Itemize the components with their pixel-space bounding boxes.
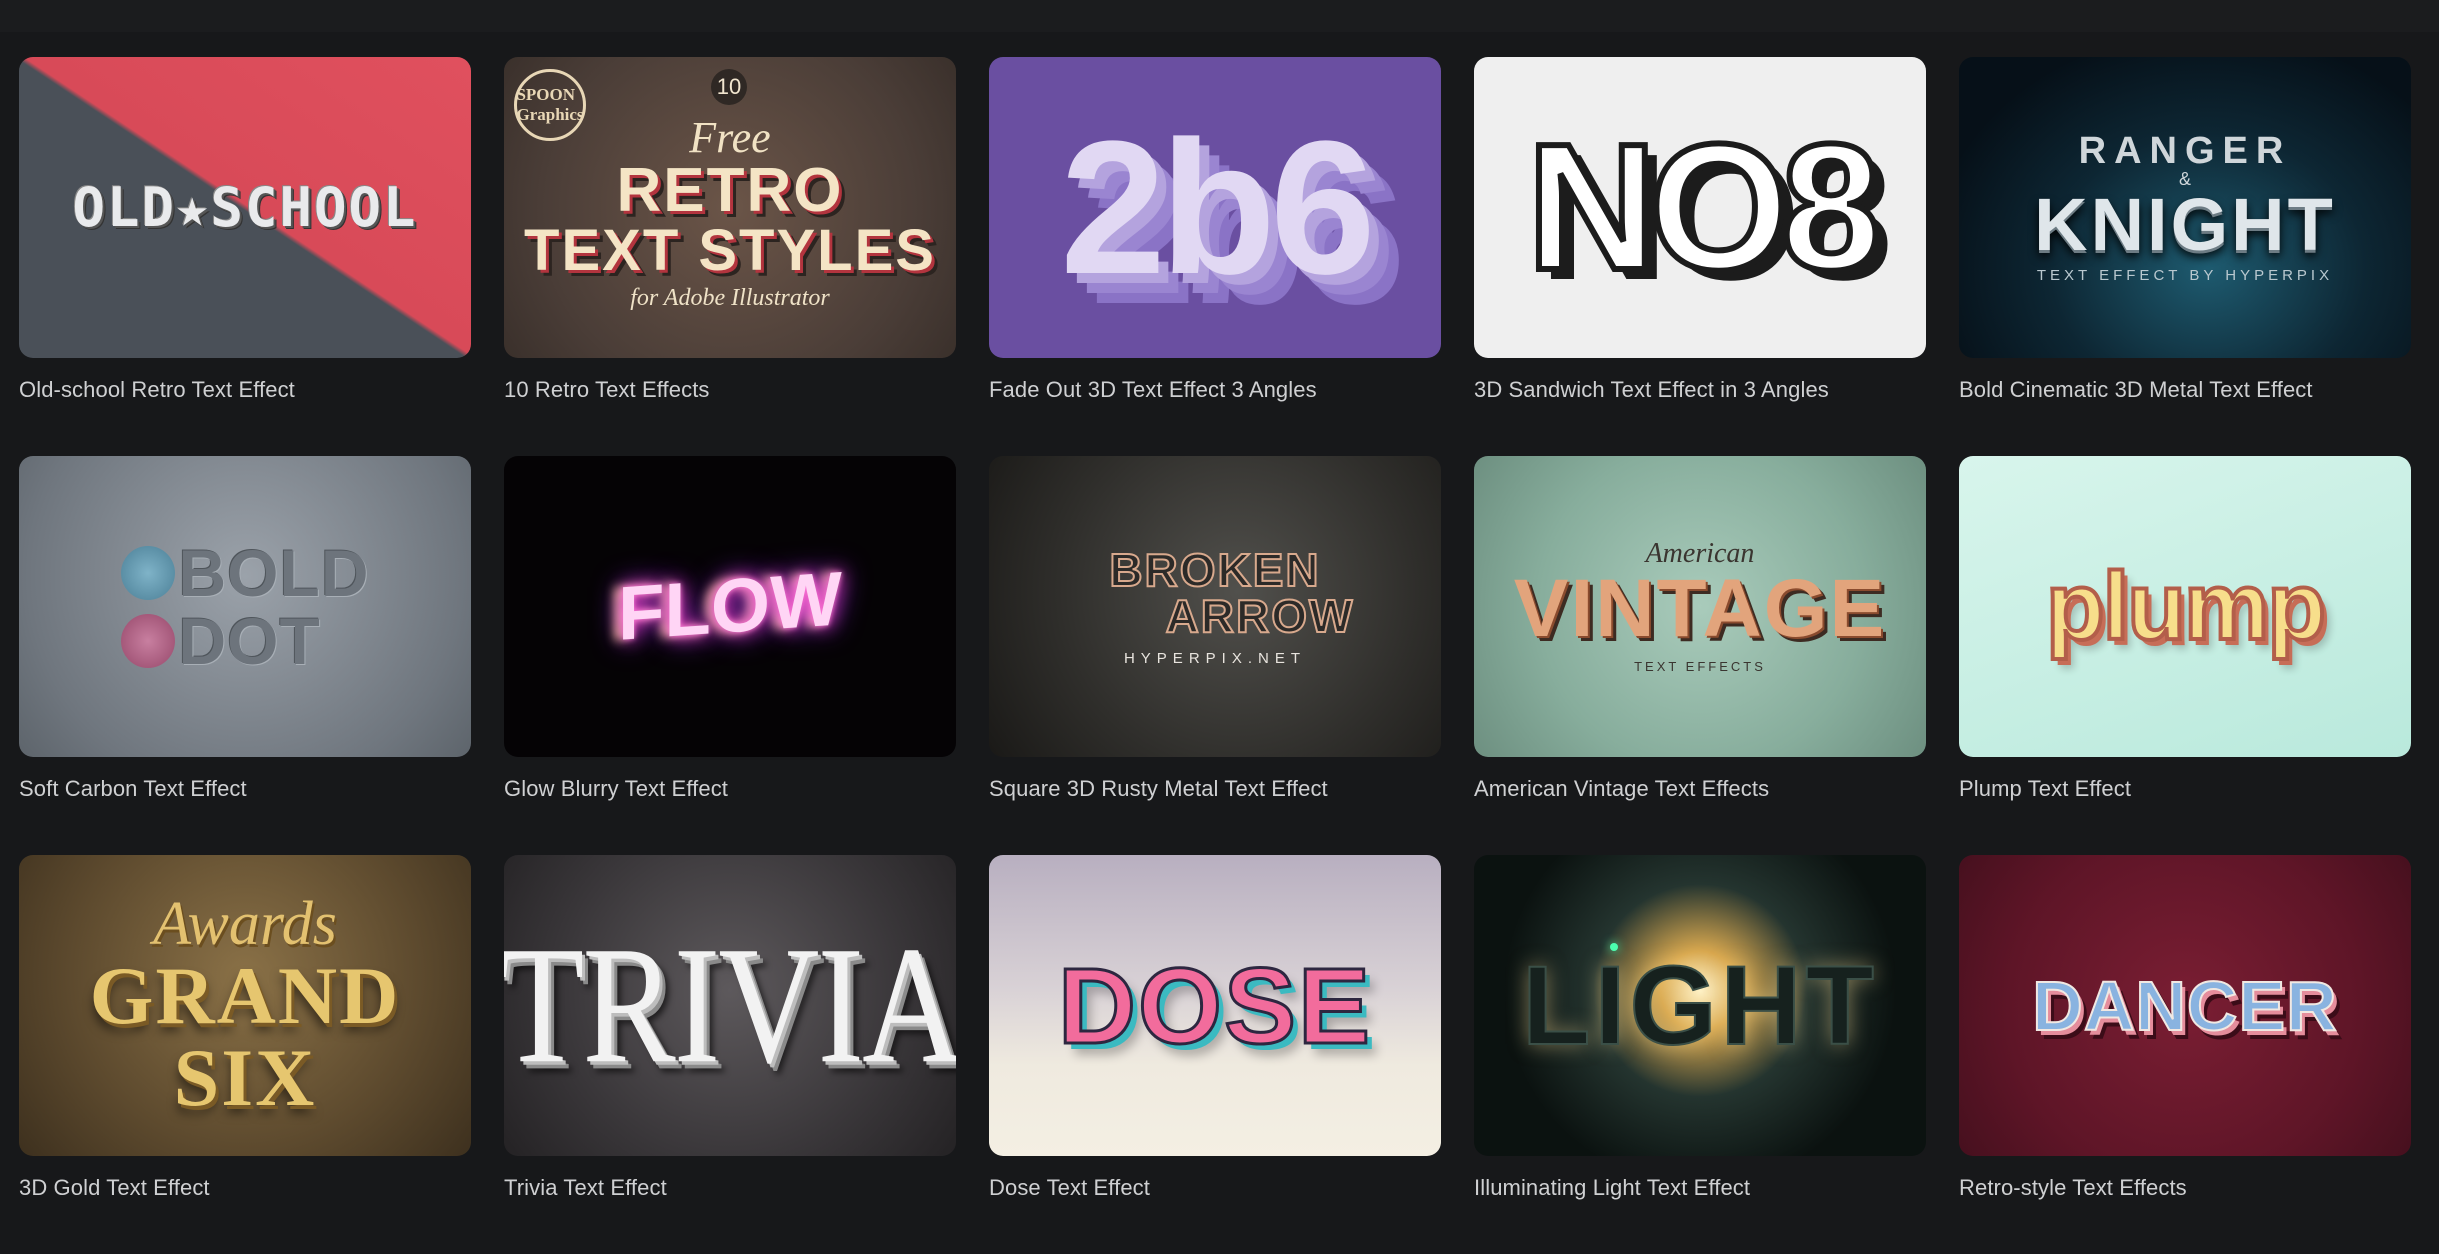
effect-thumbnail[interactable]: Awards GRAND SIX xyxy=(19,855,471,1156)
effect-card-rusty-metal[interactable]: BROKEN ARROW HYPERPIX.NET Square 3D Rust… xyxy=(989,456,1441,855)
preview-text: for Adobe Illustrator xyxy=(630,284,830,311)
blue-dot-icon xyxy=(120,545,175,600)
effect-title[interactable]: Old-school Retro Text Effect xyxy=(19,377,471,403)
preview-text: RANGER xyxy=(2078,130,2292,172)
preview-text: OLD★SCHOOL xyxy=(72,175,418,239)
effect-title[interactable]: Retro-style Text Effects xyxy=(1959,1175,2411,1201)
effect-thumbnail[interactable]: FLOW xyxy=(504,456,956,757)
preview-text: BOLD xyxy=(178,535,370,610)
effect-thumbnail[interactable]: American VINTAGE TEXT EFFECTS xyxy=(1474,456,1926,757)
preview-text: LIGHT xyxy=(1521,942,1878,1068)
effect-card-retro-text-styles[interactable]: SPOON Graphics 10 Free RETRO TEXT STYLES… xyxy=(504,57,956,456)
preview-text: DOSE xyxy=(1056,944,1373,1066)
effect-card-dose[interactable]: DOSE Dose Text Effect xyxy=(989,855,1441,1254)
effect-title[interactable]: Dose Text Effect xyxy=(989,1175,1441,1201)
preview-art: DOSE xyxy=(1056,950,1372,1061)
preview-text: HYPERPIX.NET xyxy=(1123,650,1306,667)
effect-thumbnail[interactable]: DANCER xyxy=(1959,855,2411,1156)
effect-thumbnail[interactable]: DOSE xyxy=(989,855,1441,1156)
top-bar xyxy=(0,0,2439,32)
count-badge: 10 xyxy=(711,69,747,105)
preview-text: SIX xyxy=(173,1031,317,1123)
preview-text: TRIVIA xyxy=(504,911,956,1098)
preview-art: OLD★SCHOOL xyxy=(72,180,417,235)
preview-art: TRIVIA xyxy=(504,921,956,1089)
effect-thumbnail[interactable]: RANGER & KNIGHT TEXT EFFECT BY HYPERPIX xyxy=(1959,57,2411,358)
effect-title[interactable]: Soft Carbon Text Effect xyxy=(19,776,471,802)
preview-text: TEXT STYLES xyxy=(524,217,936,283)
effect-title[interactable]: Trivia Text Effect xyxy=(504,1175,956,1201)
effect-thumbnail[interactable]: 2b6 xyxy=(989,57,1441,358)
effect-card-trivia[interactable]: TRIVIA Trivia Text Effect xyxy=(504,855,956,1254)
preview-art: Awards GRAND SIX xyxy=(90,893,401,1119)
effect-title[interactable]: American Vintage Text Effects xyxy=(1474,776,1926,802)
preview-text: BROKEN xyxy=(1108,544,1321,596)
preview-art: Free RETRO TEXT STYLES for Adobe Illustr… xyxy=(524,106,936,310)
effect-thumbnail[interactable]: LIGHT xyxy=(1474,855,1926,1156)
effect-thumbnail[interactable]: plump xyxy=(1959,456,2411,757)
effect-card-3d-sandwich[interactable]: NO8 3D Sandwich Text Effect in 3 Angles xyxy=(1474,57,1926,456)
effect-card-fade-out[interactable]: 2b6 Fade Out 3D Text Effect 3 Angles xyxy=(989,57,1441,456)
preview-text: TEXT EFFECT BY HYPERPIX xyxy=(2036,267,2334,284)
effect-card-glow-blurry[interactable]: FLOW Glow Blurry Text Effect xyxy=(504,456,956,855)
preview-text: Free xyxy=(689,112,771,162)
effect-card-bold-cinematic[interactable]: RANGER & KNIGHT TEXT EFFECT BY HYPERPIX … xyxy=(1959,57,2411,456)
preview-text: DOT xyxy=(178,603,321,678)
effect-card-american-vintage[interactable]: American VINTAGE TEXT EFFECTS American V… xyxy=(1474,456,1926,855)
effect-title[interactable]: 3D Gold Text Effect xyxy=(19,1175,471,1201)
effect-thumbnail[interactable]: BROKEN ARROW HYPERPIX.NET xyxy=(989,456,1441,757)
preview-art: 2b6 xyxy=(1060,113,1375,303)
preview-art: BOLD DOT xyxy=(120,535,370,678)
preview-text: DANCER xyxy=(2031,966,2338,1045)
effect-title[interactable]: Illuminating Light Text Effect xyxy=(1474,1175,1926,1201)
preview-text: plump xyxy=(2044,552,2328,660)
effect-title[interactable]: Fade Out 3D Text Effect 3 Angles xyxy=(989,377,1441,403)
effect-card-soft-carbon[interactable]: BOLD DOT Soft Carbon Text Effect xyxy=(19,456,471,855)
effect-title[interactable]: Bold Cinematic 3D Metal Text Effect xyxy=(1959,377,2411,403)
preview-text: RETRO xyxy=(616,155,844,225)
preview-text: 2b6 xyxy=(1060,101,1375,314)
effect-title[interactable]: Glow Blurry Text Effect xyxy=(504,776,956,802)
effect-thumbnail[interactable]: NO8 xyxy=(1474,57,1926,358)
text-effects-grid: OLD★SCHOOL Old-school Retro Text Effect … xyxy=(19,57,2411,1254)
effect-card-old-school[interactable]: OLD★SCHOOL Old-school Retro Text Effect xyxy=(19,57,471,456)
preview-art: NO8 xyxy=(1524,114,1884,300)
preview-art: plump xyxy=(2044,556,2328,656)
pink-dot-icon xyxy=(120,613,175,668)
effect-title[interactable]: Square 3D Rusty Metal Text Effect xyxy=(989,776,1441,802)
preview-art: LIGHT xyxy=(1521,948,1878,1062)
effect-card-3d-gold[interactable]: Awards GRAND SIX 3D Gold Text Effect xyxy=(19,855,471,1254)
preview-art: DANCER xyxy=(2031,970,2337,1042)
effect-thumbnail[interactable]: BOLD DOT xyxy=(19,456,471,757)
preview-text: Awards xyxy=(153,889,337,958)
preview-text: TEXT EFFECTS xyxy=(1634,659,1766,674)
preview-art: BROKEN ARROW HYPERPIX.NET xyxy=(1076,544,1355,667)
preview-text: FLOW xyxy=(618,555,842,657)
preview-text: VINTAGE xyxy=(1513,563,1887,654)
preview-text: NO8 xyxy=(1524,106,1884,308)
effect-thumbnail[interactable]: TRIVIA xyxy=(504,855,956,1156)
preview-art: American VINTAGE TEXT EFFECTS xyxy=(1513,540,1887,674)
effect-card-plump[interactable]: plump Plump Text Effect xyxy=(1959,456,2411,855)
preview-art: FLOW xyxy=(618,556,842,657)
preview-art: RANGER & KNIGHT TEXT EFFECT BY HYPERPIX xyxy=(2034,132,2336,283)
preview-text: KNIGHT xyxy=(2034,183,2336,266)
effect-title[interactable]: 3D Sandwich Text Effect in 3 Angles xyxy=(1474,377,1926,403)
effect-title[interactable]: 10 Retro Text Effects xyxy=(504,377,956,403)
effect-thumbnail[interactable]: SPOON Graphics 10 Free RETRO TEXT STYLES… xyxy=(504,57,956,358)
effect-thumbnail[interactable]: OLD★SCHOOL xyxy=(19,57,471,358)
effect-card-illuminating-light[interactable]: LIGHT Illuminating Light Text Effect xyxy=(1474,855,1926,1254)
effect-title[interactable]: Plump Text Effect xyxy=(1959,776,2411,802)
preview-text: ARROW xyxy=(1165,590,1355,642)
effect-card-retro-style[interactable]: DANCER Retro-style Text Effects xyxy=(1959,855,2411,1254)
preview-text: GRAND xyxy=(89,949,401,1041)
